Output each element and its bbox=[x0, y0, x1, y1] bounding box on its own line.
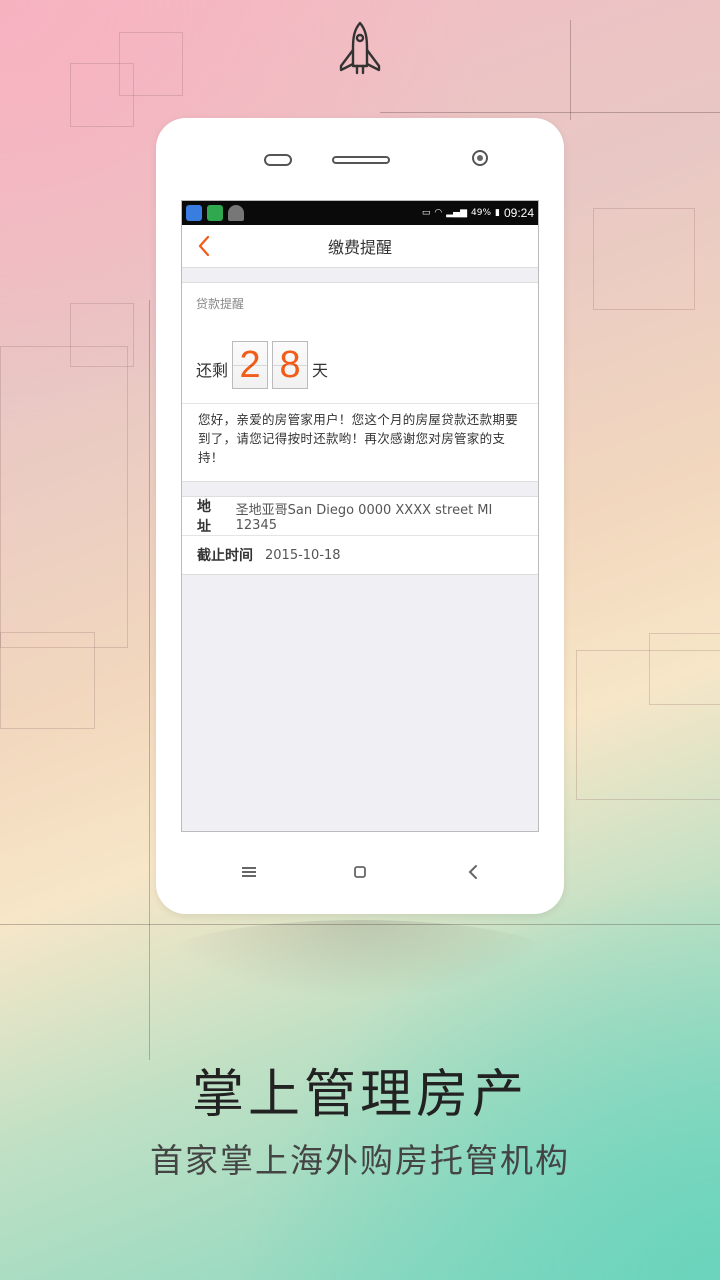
page-title: 缴费提醒 bbox=[327, 238, 392, 257]
decor-square bbox=[0, 346, 128, 648]
phone-sensor bbox=[264, 154, 292, 166]
menu-icon[interactable] bbox=[240, 864, 258, 880]
phone-shadow bbox=[160, 920, 560, 1000]
decor-line bbox=[570, 20, 571, 120]
phone-camera bbox=[472, 150, 488, 166]
address-row: 地址 圣地亚哥San Diego 0000 XXXX street MI 123… bbox=[182, 497, 538, 535]
deadline-label: 截止时间 bbox=[197, 548, 253, 564]
android-debug-icon bbox=[228, 205, 244, 221]
home-icon[interactable] bbox=[352, 864, 368, 880]
chevron-left-icon[interactable] bbox=[196, 234, 212, 258]
nfc-icon: ▭ bbox=[421, 208, 431, 218]
deadline-value: 2015-10-18 bbox=[265, 547, 341, 563]
security-app-icon bbox=[207, 205, 223, 221]
countdown-digits: 2 8 bbox=[230, 341, 310, 389]
countdown-suffix: 天 bbox=[312, 361, 329, 380]
reminder-message: 您好，亲爱的房管家用户！您这个月的房屋贷款还款期要到了，请您记得按时还款哟！再次… bbox=[198, 412, 519, 465]
details-card: 地址 圣地亚哥San Diego 0000 XXXX street MI 123… bbox=[182, 496, 538, 575]
reminder-label: 贷款提醒 bbox=[196, 297, 245, 311]
promo-headline: 掌上管理房产 bbox=[191, 1065, 528, 1125]
reminder-card: 贷款提醒 还剩 2 8 天 您好，亲爱的房管家用户！您这个月的房屋贷款还款期要到… bbox=[182, 282, 538, 482]
countdown-prefix: 还剩 bbox=[196, 361, 229, 380]
weather-app-icon bbox=[186, 205, 202, 221]
decor-line bbox=[380, 112, 720, 113]
address-label: 地址 bbox=[197, 499, 211, 535]
decor-square bbox=[593, 208, 695, 310]
decor-square bbox=[649, 633, 720, 705]
back-icon[interactable] bbox=[466, 864, 480, 880]
countdown-digit: 8 bbox=[272, 341, 309, 389]
status-bar: ▭ ◠ ▂▄▆ 49% ▮ 09:24 bbox=[182, 201, 538, 225]
rocket-icon bbox=[339, 21, 381, 75]
address-value: 圣地亚哥San Diego 0000 XXXX street MI 12345 bbox=[235, 503, 493, 533]
promo-subline: 首家掌上海外购房托管机构 bbox=[150, 1141, 570, 1180]
countdown-digit: 2 bbox=[232, 341, 269, 389]
countdown: 还剩 2 8 天 bbox=[182, 315, 538, 389]
phone-frame: ▭ ◠ ▂▄▆ 49% ▮ 09:24 缴费提醒 贷款提醒 还剩 2 8 天 您… bbox=[156, 118, 564, 914]
softkey-bar bbox=[156, 864, 564, 884]
battery-percent: 49% bbox=[471, 208, 492, 218]
decor-line bbox=[149, 300, 150, 1060]
decor-square bbox=[119, 32, 183, 96]
nav-bar: 缴费提醒 bbox=[182, 225, 538, 268]
deadline-row: 截止时间 2015-10-18 bbox=[182, 535, 538, 574]
battery-icon: ▮ bbox=[495, 208, 500, 218]
phone-speaker bbox=[332, 156, 390, 164]
decor-square bbox=[0, 632, 95, 729]
app-screen: ▭ ◠ ▂▄▆ 49% ▮ 09:24 缴费提醒 贷款提醒 还剩 2 8 天 您… bbox=[181, 200, 539, 832]
wifi-icon: ◠ bbox=[434, 208, 443, 218]
signal-icon: ▂▄▆ bbox=[446, 208, 467, 218]
status-time: 09:24 bbox=[503, 206, 534, 220]
status-indicators: ▭ ◠ ▂▄▆ 49% ▮ 09:24 bbox=[422, 206, 534, 220]
